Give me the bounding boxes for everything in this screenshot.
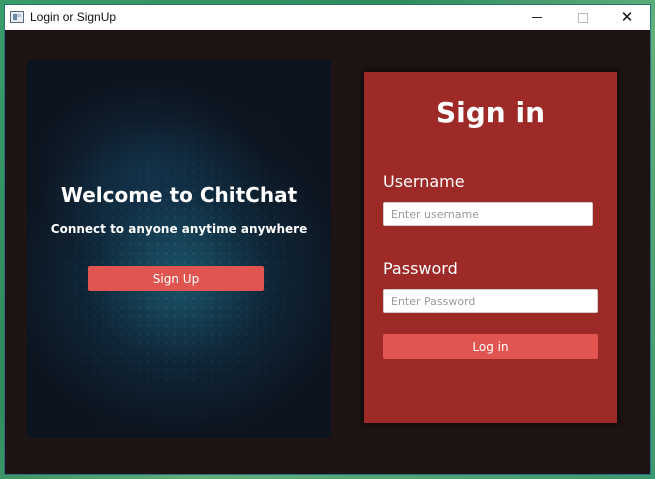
signup-button[interactable]: Sign Up: [88, 266, 264, 291]
minimize-button[interactable]: [514, 5, 560, 30]
password-label: Password: [383, 259, 458, 278]
username-input[interactable]: [383, 202, 593, 226]
network-background-image: [27, 60, 331, 438]
app-window: Login or SignUp ✕ Welcome to ChitChat Co…: [4, 4, 651, 475]
close-button[interactable]: ✕: [604, 5, 650, 30]
app-window-icon: [10, 11, 24, 23]
welcome-panel: Welcome to ChitChat Connect to anyone an…: [27, 60, 331, 438]
welcome-title: Welcome to ChitChat: [60, 183, 298, 207]
maximize-button[interactable]: [560, 5, 606, 30]
password-input[interactable]: [383, 289, 598, 313]
username-label: Username: [383, 172, 465, 191]
welcome-subtitle: Connect to anyone anytime anywhere: [50, 222, 308, 236]
title-bar[interactable]: Login or SignUp ✕: [5, 5, 650, 30]
maximize-icon: [578, 12, 588, 23]
signin-panel: Sign in Username Password Log in: [364, 72, 617, 423]
signin-title: Sign in: [435, 96, 546, 129]
minimize-icon: [532, 17, 542, 18]
window-title: Login or SignUp: [30, 10, 117, 24]
close-icon: ✕: [620, 8, 634, 26]
login-button[interactable]: Log in: [383, 334, 598, 359]
